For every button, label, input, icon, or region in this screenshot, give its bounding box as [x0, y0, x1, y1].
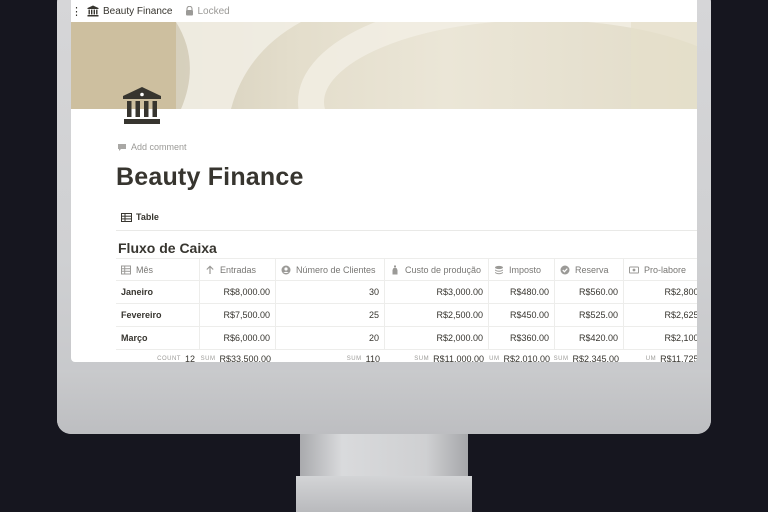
- person-icon: [281, 265, 291, 274]
- check-circle-icon: [560, 265, 570, 274]
- database-table: Mês Entradas Número de Clientes Custo de…: [116, 258, 697, 362]
- monitor-chin: [57, 370, 711, 434]
- column-header-label: Custo de produção: [405, 264, 482, 275]
- summary-value: 110: [365, 354, 380, 362]
- cell-imposto[interactable]: R$450.00: [489, 304, 555, 326]
- column-header-custo-producao[interactable]: Custo de produção: [385, 258, 489, 280]
- add-comment-label: Add comment: [131, 142, 187, 152]
- cover-art: [71, 22, 697, 109]
- add-comment-button[interactable]: Add comment: [117, 142, 187, 152]
- cell-clientes[interactable]: 25: [276, 304, 385, 326]
- summary-clientes[interactable]: SUM 110: [276, 350, 385, 362]
- cell-pro-labore[interactable]: R$2,100.00: [624, 327, 697, 349]
- summary-value: R$33,500.00: [219, 354, 271, 362]
- summary-imposto[interactable]: UM R$2,010.00: [489, 350, 555, 362]
- column-header-entradas[interactable]: Entradas: [200, 258, 276, 280]
- table-row[interactable]: Fevereiro R$7,500.00 25 R$2,500.00 R$450…: [116, 304, 697, 327]
- top-bar: ⋮ Beauty Finance Locked: [71, 0, 697, 22]
- bank-icon: [87, 5, 99, 17]
- view-tab-label: Table: [136, 212, 159, 222]
- column-header-label: Número de Clientes: [296, 264, 376, 275]
- column-header-reserva[interactable]: Reserva: [555, 258, 624, 280]
- page-cover: [71, 22, 697, 109]
- stack-icon: [495, 265, 503, 274]
- column-header-pro-labore[interactable]: Pro-labore: [624, 258, 697, 280]
- summary-mes[interactable]: COUNT 12: [116, 350, 200, 362]
- summary-custo[interactable]: SUM R$11,000.00: [385, 350, 489, 362]
- cell-clientes[interactable]: 20: [276, 327, 385, 349]
- table-header-row: Mês Entradas Número de Clientes Custo de…: [116, 258, 697, 281]
- database-title[interactable]: Fluxo de Caixa: [118, 240, 217, 256]
- table-icon: [121, 212, 132, 222]
- locked-label[interactable]: Locked: [198, 6, 230, 17]
- cell-entradas[interactable]: R$6,000.00: [200, 327, 276, 349]
- column-header-label: Reserva: [575, 264, 609, 275]
- column-header-imposto[interactable]: Imposto: [489, 258, 555, 280]
- table-summary-row: COUNT 12 SUM R$33,500.00 SUM 110 SUM R$1…: [116, 350, 697, 362]
- lock-icon: [185, 6, 193, 16]
- cell-clientes[interactable]: 30: [276, 281, 385, 303]
- cell-reserva[interactable]: R$420.00: [555, 327, 624, 349]
- summary-entradas[interactable]: SUM R$33,500.00: [200, 350, 276, 362]
- summary-label: SUM: [414, 356, 430, 362]
- cell-mes[interactable]: Fevereiro: [116, 304, 200, 326]
- cell-reserva[interactable]: R$560.00: [555, 281, 624, 303]
- column-header-mes[interactable]: Mês: [116, 258, 200, 280]
- summary-label: COUNT: [157, 356, 181, 362]
- cell-reserva[interactable]: R$525.00: [555, 304, 624, 326]
- comment-icon: [118, 143, 126, 151]
- cell-mes[interactable]: Janeiro: [116, 281, 200, 303]
- column-header-numero-clientes[interactable]: Número de Clientes: [276, 258, 385, 280]
- summary-label: SUM: [346, 356, 362, 362]
- money-icon: [629, 266, 639, 273]
- table-row[interactable]: Março R$6,000.00 20 R$2,000.00 R$360.00 …: [116, 327, 697, 350]
- summary-value: R$2,345.00: [572, 354, 619, 362]
- view-divider: [116, 230, 697, 231]
- summary-label: SUM: [200, 356, 216, 362]
- summary-value: R$11,000.00: [433, 354, 484, 362]
- cell-pro-labore[interactable]: R$2,800.00: [624, 281, 697, 303]
- cell-custo[interactable]: R$2,000.00: [385, 327, 489, 349]
- summary-value: 12: [184, 354, 195, 362]
- column-header-label: Pro-labore: [644, 264, 687, 275]
- column-header-label: Entradas: [220, 264, 257, 275]
- cell-entradas[interactable]: R$8,000.00: [200, 281, 276, 303]
- monitor-stand-base: [296, 476, 472, 512]
- summary-label: UM: [645, 356, 657, 362]
- summary-label: UM: [489, 356, 500, 362]
- summary-pro-labore[interactable]: UM R$11,725.00: [624, 350, 697, 362]
- summary-value: R$2,010.00: [503, 354, 550, 362]
- menu-icon[interactable]: ⋮: [71, 5, 82, 18]
- breadcrumb-title[interactable]: Beauty Finance: [103, 6, 173, 17]
- summary-value: R$11,725.00: [660, 354, 697, 362]
- column-header-label: Mês: [136, 264, 154, 275]
- cell-imposto[interactable]: R$360.00: [489, 327, 555, 349]
- cell-custo[interactable]: R$2,500.00: [385, 304, 489, 326]
- cell-pro-labore[interactable]: R$2,625.00: [624, 304, 697, 326]
- table-icon: [121, 265, 131, 274]
- bottle-icon: [392, 265, 398, 274]
- table-row[interactable]: Janeiro R$8,000.00 30 R$3,000.00 R$480.0…: [116, 281, 697, 304]
- cell-imposto[interactable]: R$480.00: [489, 281, 555, 303]
- cell-mes[interactable]: Março: [116, 327, 200, 349]
- summary-label: SUM: [553, 356, 569, 362]
- arrow-up-icon: [206, 264, 214, 274]
- column-header-label: Imposto: [509, 264, 542, 275]
- view-tab-table[interactable]: Table: [121, 212, 159, 222]
- summary-reserva[interactable]: SUM R$2,345.00: [553, 350, 624, 362]
- page-title[interactable]: Beauty Finance: [116, 163, 304, 192]
- screen: ⋮ Beauty Finance Locked Add comment Beau: [71, 0, 697, 362]
- cell-entradas[interactable]: R$7,500.00: [200, 304, 276, 326]
- cell-custo[interactable]: R$3,000.00: [385, 281, 489, 303]
- page-bank-icon[interactable]: [121, 86, 163, 126]
